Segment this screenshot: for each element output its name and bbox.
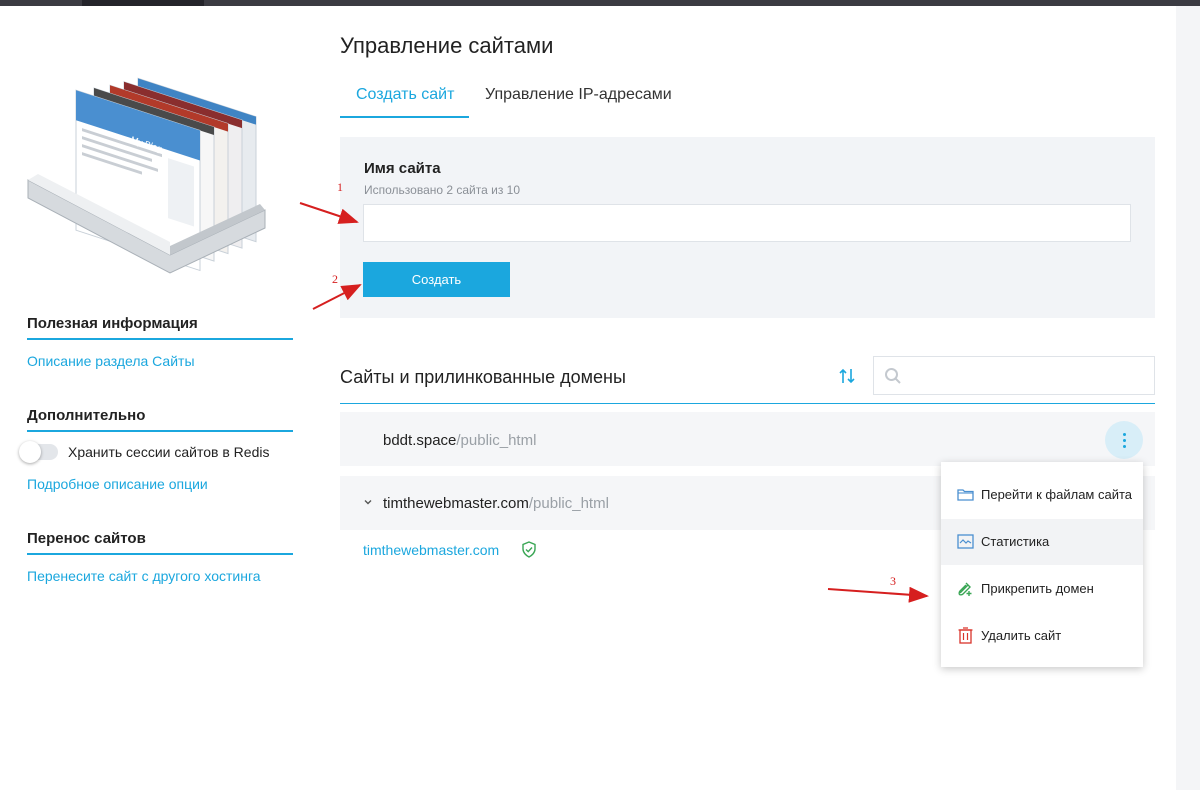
folder-icon <box>957 489 974 501</box>
menu-label: Перейти к файлам сайта <box>981 487 1133 502</box>
sites-illustration: My Blog <box>27 77 266 274</box>
menu-label: Статистика <box>981 534 1050 549</box>
active-browser-tab[interactable] <box>82 0 204 6</box>
linked-domain-link[interactable]: timthewebmaster.com <box>363 542 499 558</box>
redis-sessions-toggle[interactable] <box>19 441 58 463</box>
annotation-number-1: 1 <box>337 180 343 194</box>
additional-heading: Дополнительно <box>27 407 293 432</box>
site-name-bddt: bddt.space/public_html <box>383 432 536 449</box>
toggle-knob <box>19 441 41 463</box>
dot <box>1123 433 1126 436</box>
create-button[interactable]: Создать <box>363 262 510 297</box>
tab-create-site[interactable]: Создать сайт <box>340 86 470 118</box>
chevron-down-icon[interactable] <box>363 497 373 507</box>
annotation-number-2: 2 <box>332 272 338 286</box>
site-path: /public_html <box>528 495 609 512</box>
sites-section-description-link[interactable]: Описание раздела Сайты <box>27 353 195 369</box>
site-actions-menu: Перейти к файлам сайта Статистика Прикре… <box>941 462 1143 667</box>
dot <box>1123 439 1126 442</box>
menu-item-site-files[interactable]: Перейти к файлам сайта <box>941 472 1143 518</box>
more-options-button[interactable] <box>1105 421 1143 459</box>
site-domain: timthewebmaster.com <box>383 495 529 512</box>
tab-ip-management[interactable]: Управление IP-адресами <box>485 86 672 116</box>
menu-item-delete-site[interactable]: Удалить сайт <box>941 613 1143 659</box>
annotation-number-3: 3 <box>890 574 896 588</box>
browser-top-bar <box>0 0 1200 6</box>
sort-icon[interactable] <box>838 366 856 386</box>
sites-list-title: Сайты и прилинкованные домены <box>340 367 626 387</box>
trash-icon <box>958 627 973 644</box>
dot <box>1123 445 1126 448</box>
site-name-input[interactable] <box>363 204 1131 242</box>
annotation-arrow-3 <box>827 586 929 603</box>
search-icon <box>885 368 901 384</box>
redis-sessions-label: Хранить сессии сайтов в Redis <box>68 444 270 460</box>
menu-item-attach-domain[interactable]: Прикрепить домен <box>941 566 1143 612</box>
page-right-edge <box>1176 6 1200 790</box>
menu-item-statistics[interactable]: Статистика <box>941 519 1143 565</box>
transfer-site-link[interactable]: Перенесите сайт с другого хостинга <box>27 568 261 584</box>
list-divider <box>340 403 1155 404</box>
site-search-input[interactable] <box>910 357 1150 394</box>
site-quota-hint: Использовано 2 сайта из 10 <box>364 183 521 197</box>
menu-label: Удалить сайт <box>981 628 1062 643</box>
attach-domain-icon <box>958 582 972 596</box>
useful-info-heading: Полезная информация <box>27 315 293 340</box>
site-name-label: Имя сайта <box>364 160 441 177</box>
ssl-shield-icon <box>522 541 536 558</box>
site-domain: bddt.space <box>383 432 457 449</box>
menu-label: Прикрепить домен <box>981 581 1094 596</box>
page-title: Управление сайтами <box>340 33 554 58</box>
statistics-icon <box>957 534 974 549</box>
option-description-link[interactable]: Подробное описание опции <box>27 476 208 492</box>
site-search-box <box>873 356 1155 395</box>
site-path: /public_html <box>456 432 537 449</box>
site-name-timthewebmaster: timthewebmaster.com/public_html <box>383 495 609 512</box>
site-transfer-heading: Перенос сайтов <box>27 530 293 555</box>
